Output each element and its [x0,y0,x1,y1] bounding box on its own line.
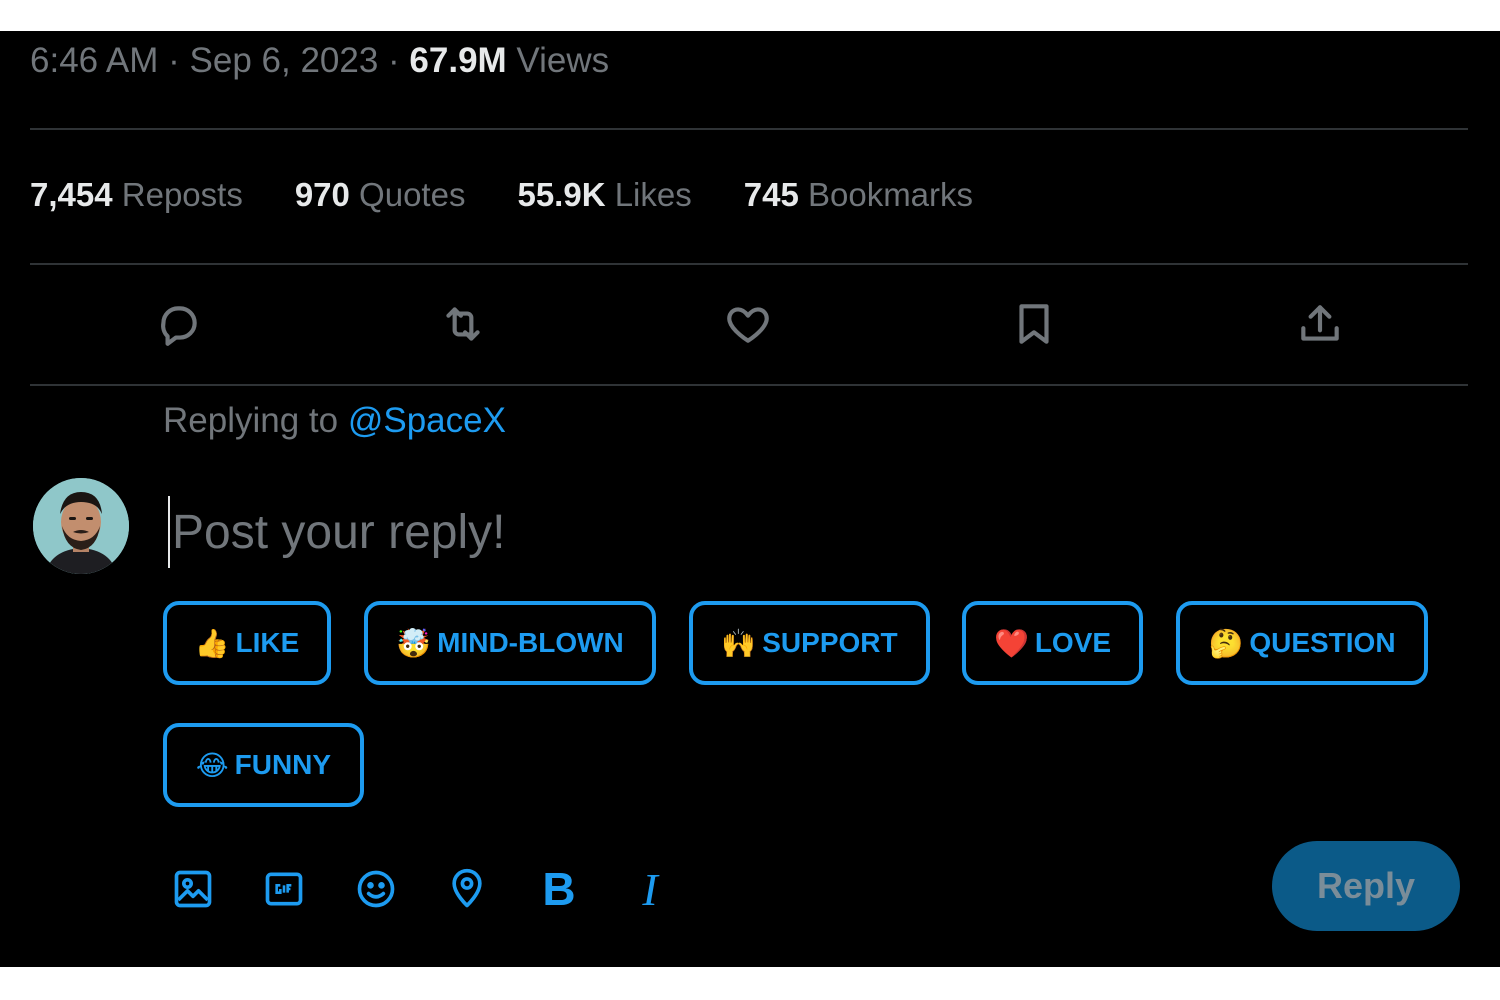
likes-stat[interactable]: 55.9K Likes [517,176,691,214]
divider [30,128,1468,130]
likes-count: 55.9K [517,176,606,213]
divider [30,384,1468,386]
reaction-love-button[interactable]: ❤️ LOVE [962,601,1143,685]
composer-toolbar: B I [0,863,800,915]
image-icon [174,870,212,908]
reply-button[interactable] [150,296,206,352]
bookmarks-count: 745 [743,176,799,213]
heart-emoji-icon: ❤️ [993,627,1029,659]
engagement-stats: 7,454 Reposts 970 Quotes 55.9K Likes 745… [30,176,973,214]
replying-prefix: Replying to [163,401,348,440]
meta-separator: · [158,41,190,80]
repost-icon [446,307,480,341]
reply-submit-button[interactable]: Reply [1272,841,1460,931]
raised-hands-icon: 🙌 [721,627,757,659]
share-button[interactable] [1292,296,1348,352]
reposts-label: Reposts [112,176,243,213]
avatar-image [33,478,129,574]
add-emoji-button[interactable] [351,864,401,914]
views-count: 67.9M [409,41,507,80]
reply-button-label: Reply [1316,865,1416,906]
share-icon [1301,305,1339,341]
bold-icon: B [542,863,576,915]
bold-button[interactable]: B [534,863,584,915]
reaction-label: LOVE [1034,627,1112,658]
reaction-support-button[interactable]: 🙌 SUPPORT [689,601,930,685]
bookmark-button[interactable] [1006,296,1062,352]
repost-button[interactable] [435,296,491,352]
add-image-button[interactable] [168,864,218,914]
heart-icon [727,307,769,343]
reply-input[interactable] [168,496,1424,568]
tweet-time[interactable]: 6:46 AM [30,41,158,80]
quotes-stat[interactable]: 970 Quotes [295,176,466,214]
add-location-button[interactable] [442,864,492,914]
avatar[interactable] [33,478,129,574]
reposts-stat[interactable]: 7,454 Reposts [30,176,243,214]
meta-separator: · [378,41,410,80]
add-gif-button[interactable] [259,864,309,914]
reaction-label: MIND-BLOWN [437,627,624,658]
laughing-face-icon: 😂 [195,749,229,781]
reaction-label: QUESTION [1249,627,1396,658]
emoji-icon [357,870,395,908]
tweet-detail-panel: 6:46 AM · Sep 6, 2023 · 67.9M Views 7,45… [0,31,1500,967]
divider [30,263,1468,265]
reaction-funny-button[interactable]: 😂 FUNNY [163,723,364,807]
tweet-date[interactable]: Sep 6, 2023 [190,41,379,80]
action-bar [0,296,1500,366]
likes-label: Likes [605,176,692,213]
bookmark-icon [1019,304,1049,344]
italic-icon: I [642,863,658,915]
mind-blown-icon: 🤯 [396,627,432,659]
like-button[interactable] [720,296,776,352]
italic-button[interactable]: I [625,863,675,915]
quotes-count: 970 [294,176,350,213]
replying-handle-link[interactable]: @SpaceX [348,401,506,440]
gif-icon [265,872,303,906]
reaction-label: SUPPORT [762,627,898,658]
reaction-label: LIKE [235,627,300,658]
views-label: Views [506,41,610,80]
tweet-meta: 6:46 AM · Sep 6, 2023 · 67.9M Views [30,41,609,81]
bookmarks-stat[interactable]: 745 Bookmarks [744,176,973,214]
location-icon [452,868,482,908]
reaction-label: FUNNY [234,749,332,780]
reposts-count: 7,454 [30,176,113,213]
quotes-label: Quotes [349,176,466,213]
thumbs-up-icon: 👍 [194,627,230,659]
reaction-like-button[interactable]: 👍 LIKE [163,601,331,685]
bookmarks-label: Bookmarks [798,176,974,213]
replying-to: Replying to @SpaceX [163,401,506,441]
thinking-face-icon: 🤔 [1208,627,1244,659]
reaction-question-button[interactable]: 🤔 QUESTION [1176,601,1428,685]
reply-icon [161,306,197,346]
reaction-mind-blown-button[interactable]: 🤯 MIND-BLOWN [364,601,656,685]
